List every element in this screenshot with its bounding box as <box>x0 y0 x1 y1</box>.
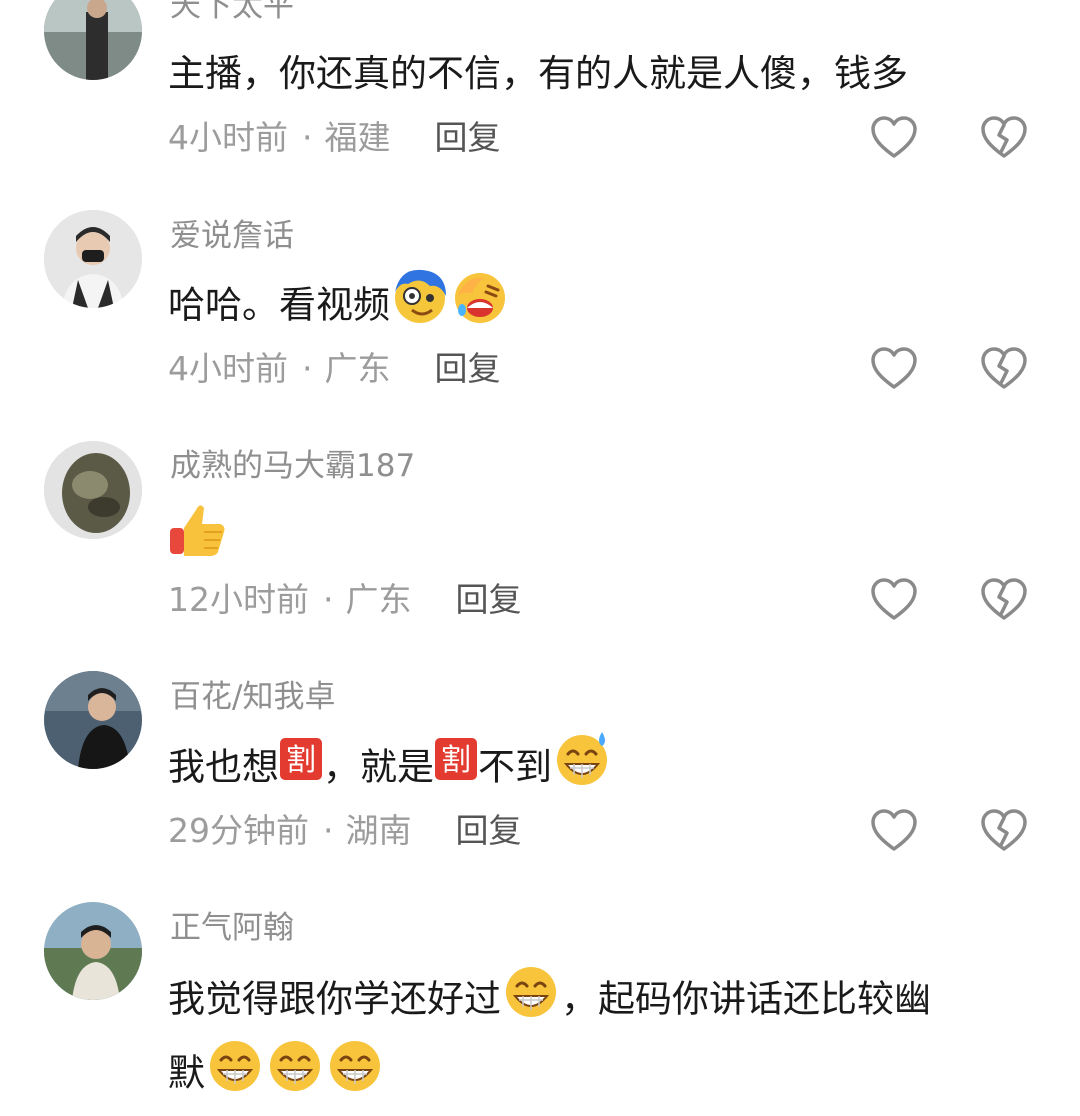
separator-dot: · <box>323 811 334 850</box>
avatar[interactable] <box>44 210 142 308</box>
avatar[interactable] <box>44 0 142 80</box>
cut-badge-char: 割 <box>441 743 471 778</box>
comment-text-part: 我也想 <box>168 745 279 789</box>
comment-text-part: ，起码你讲话还比较幽 <box>561 977 931 1021</box>
heart-outline-icon <box>871 116 917 158</box>
avatar[interactable] <box>44 441 142 539</box>
location: 广东 <box>324 349 391 388</box>
timestamp: 29分钟前 <box>168 811 309 850</box>
comment-text: 哈哈。看视频 <box>168 266 1018 348</box>
comment-text-body: 哈哈。看视频 <box>168 283 390 327</box>
avatar-image <box>44 210 142 308</box>
timestamp: 12小时前 <box>168 580 309 619</box>
grin-emoji <box>325 1034 385 1116</box>
comment-text-part: ，就是 <box>323 745 434 789</box>
broken-heart-icon <box>981 347 1027 389</box>
facepalm-laugh-emoji <box>450 266 510 348</box>
dislike-button[interactable] <box>980 347 1028 391</box>
broken-heart-icon <box>981 578 1027 620</box>
grin-sweat-emoji <box>552 728 612 810</box>
grin-emoji <box>205 1034 265 1116</box>
location: 福建 <box>324 118 391 157</box>
avatar-image <box>44 0 142 80</box>
location: 广东 <box>345 580 412 619</box>
avatar-image <box>44 441 142 539</box>
reply-button[interactable]: 回复 <box>456 811 522 850</box>
reply-button[interactable]: 回复 <box>456 580 522 619</box>
username[interactable]: 成熟的马大霸187 <box>170 446 415 486</box>
comment-text: 我觉得跟你学还好过 ，起码你讲话还比较幽 <box>168 960 1018 1042</box>
comment-meta: 29分钟前 · 湖南 回复 <box>168 809 522 853</box>
avatar[interactable] <box>44 902 142 1000</box>
dislike-button[interactable] <box>980 116 1028 160</box>
comment-text: 我也想 割 ，就是 割 不到 <box>168 728 1018 810</box>
username[interactable]: 百花/知我卓 <box>170 677 335 717</box>
grin-emoji <box>265 1034 325 1116</box>
cut-badge-emoji: 割 <box>279 735 323 803</box>
comment-text-part: 我觉得跟你学还好过 <box>168 977 501 1021</box>
cut-badge-emoji: 割 <box>434 735 478 803</box>
comment-text: 主播，你还真的不信，有的人就是人傻，钱多 <box>168 52 908 95</box>
separator-dot: · <box>302 349 313 388</box>
location: 湖南 <box>345 811 412 850</box>
broken-heart-icon <box>981 116 1027 158</box>
like-button[interactable] <box>870 809 918 853</box>
comment-text <box>168 498 1018 580</box>
comment-text-continued: 默 <box>168 1034 1018 1116</box>
separator-dot: · <box>302 118 313 157</box>
heart-outline-icon <box>871 347 917 389</box>
username[interactable]: 爱说詹话 <box>170 216 294 256</box>
comment-text-part: 默 <box>168 1051 205 1095</box>
reply-button[interactable]: 回复 <box>435 349 501 388</box>
comment-meta: 4小时前 · 福建 回复 <box>168 116 501 160</box>
like-button[interactable] <box>870 347 918 391</box>
heart-outline-icon <box>871 578 917 620</box>
timestamp: 4小时前 <box>168 349 288 388</box>
thumbs-up-emoji <box>168 498 228 580</box>
comment-meta: 12小时前 · 广东 回复 <box>168 578 522 622</box>
dizzy-face-emoji <box>390 266 450 348</box>
dislike-button[interactable] <box>980 578 1028 622</box>
grin-emoji <box>501 960 561 1042</box>
timestamp: 4小时前 <box>168 118 288 157</box>
avatar-image <box>44 902 142 1000</box>
like-button[interactable] <box>870 116 918 160</box>
broken-heart-icon <box>981 809 1027 851</box>
comment-text-part: 不到 <box>478 745 552 789</box>
cut-badge-char: 割 <box>286 743 316 778</box>
heart-outline-icon <box>871 809 917 851</box>
avatar[interactable] <box>44 671 142 769</box>
like-button[interactable] <box>870 578 918 622</box>
reply-button[interactable]: 回复 <box>435 118 501 157</box>
username[interactable]: 天下太平 <box>170 0 294 26</box>
separator-dot: · <box>323 580 334 619</box>
dislike-button[interactable] <box>980 809 1028 853</box>
avatar-image <box>44 671 142 769</box>
comment-meta: 4小时前 · 广东 回复 <box>168 347 501 391</box>
username[interactable]: 正气阿翰 <box>170 908 294 948</box>
